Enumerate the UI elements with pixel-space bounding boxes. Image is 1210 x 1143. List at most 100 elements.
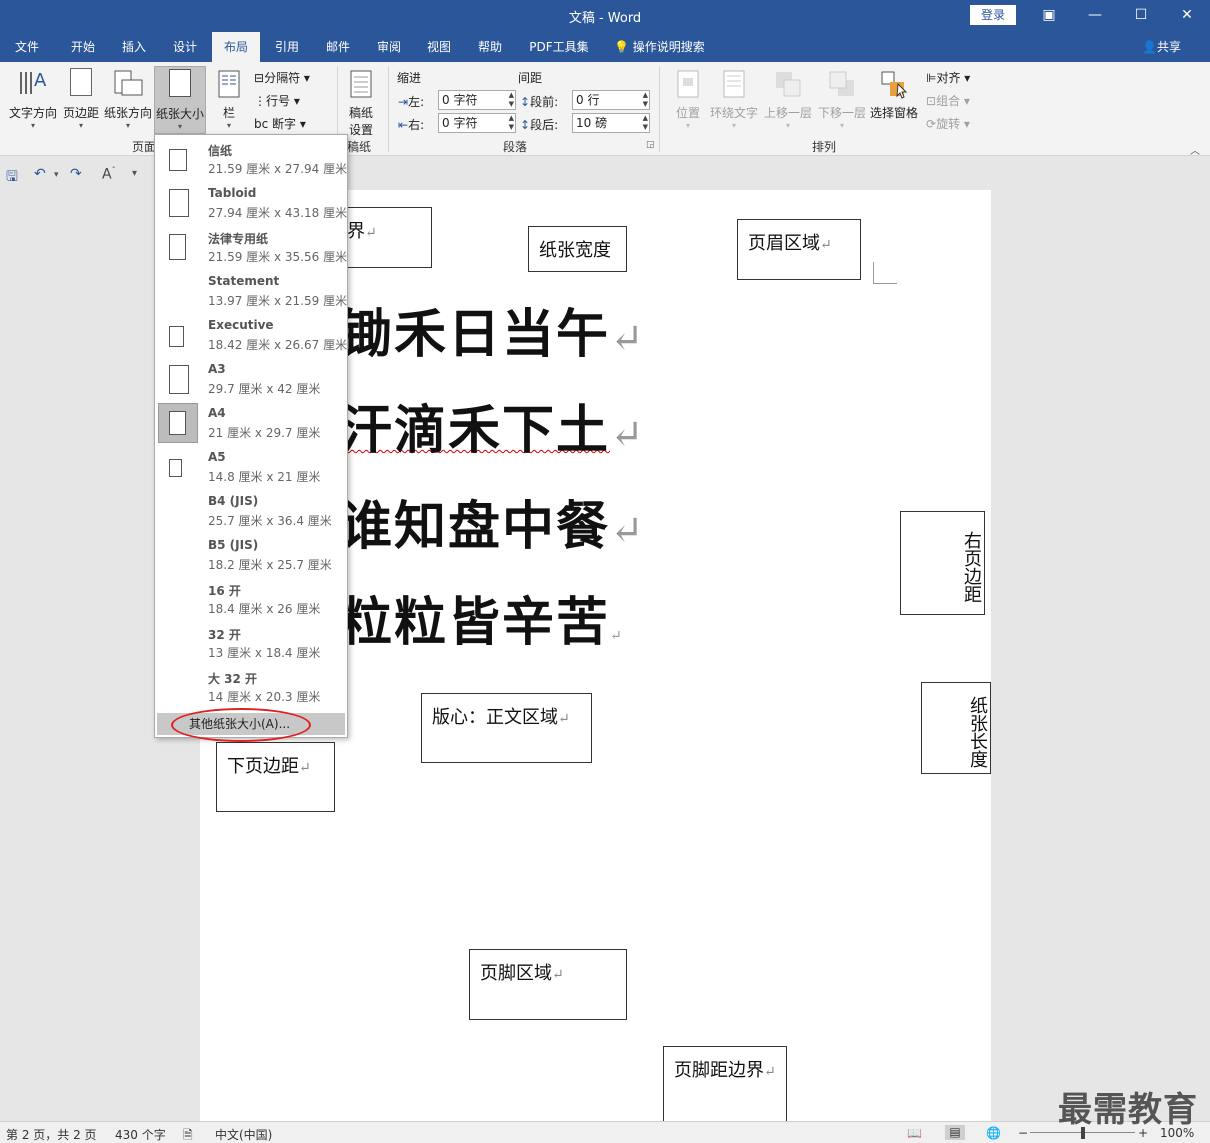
tab-design[interactable]: 设计: [162, 32, 208, 62]
header-area-box[interactable]: 页眉区域↵: [737, 219, 861, 280]
paper-width-box[interactable]: 纸张宽度: [528, 226, 627, 272]
ribbon-tabs: 文件 开始 插入 设计 布局 引用 邮件 审阅 视图 帮助 PDF工具集 💡 操…: [0, 32, 1210, 62]
redo-icon[interactable]: ↷: [70, 166, 82, 182]
maximize-icon[interactable]: ☐: [1118, 0, 1164, 32]
paper-option-statement[interactable]: Statement 13.97 厘米 x 21.59 厘米: [155, 269, 347, 313]
bring-forward-button[interactable]: 上移一层 ▾: [762, 66, 814, 134]
tell-me-search[interactable]: 💡 操作说明搜索: [614, 32, 705, 62]
paper-option-legal[interactable]: 法律专用纸 21.59 厘米 x 35.56 厘米: [155, 225, 347, 269]
text-direction-icon: A: [17, 68, 49, 100]
paper-length-box[interactable]: 纸张长度: [921, 682, 991, 774]
align-button[interactable]: ⊫对齐 ▾: [926, 69, 970, 86]
tab-help[interactable]: 帮助: [466, 32, 514, 62]
bottom-margin-box[interactable]: 下页边距↵: [216, 742, 335, 812]
spacing-after-input[interactable]: 10 磅 ▲ ▼: [572, 113, 650, 133]
paper-option-executive[interactable]: Executive 18.42 厘米 x 26.67 厘米: [155, 313, 347, 357]
indent-right-icon: ⇤: [398, 118, 409, 132]
footer-area-box[interactable]: 页脚区域↵: [469, 949, 627, 1020]
close-icon[interactable]: ✕: [1164, 0, 1210, 32]
tab-pdf-tools[interactable]: PDF工具集: [522, 32, 596, 62]
paper-option-32k[interactable]: 32 开 13 厘米 x 18.4 厘米: [155, 621, 347, 665]
tab-home[interactable]: 开始: [58, 32, 108, 62]
group-button[interactable]: ⊡组合 ▾: [926, 92, 970, 109]
columns-icon: [213, 68, 245, 100]
person-icon: 👤: [1142, 40, 1157, 54]
undo-icon[interactable]: ↶: [34, 166, 46, 182]
rotate-button[interactable]: ⟳旋转 ▾: [926, 115, 970, 132]
spacing-before-input[interactable]: 0 行 ▲ ▼: [572, 90, 650, 110]
margins-button[interactable]: 页边距 ▾: [60, 66, 102, 134]
poem-line-2[interactable]: 汗滴禾下土↵: [340, 388, 646, 463]
paper-option-a3[interactable]: A3 29.7 厘米 x 42 厘米: [155, 357, 347, 401]
right-margin-box[interactable]: 右页边距: [900, 511, 985, 615]
login-button[interactable]: 登录: [970, 5, 1016, 25]
hyphenation-button[interactable]: bc 断字 ▾: [254, 115, 306, 132]
poem-line-4[interactable]: 粒粒皆辛苦↵: [340, 580, 624, 655]
paper-option-b5-jis[interactable]: B5 (JIS) 18.2 厘米 x 25.7 厘米: [155, 533, 347, 577]
tab-mailings[interactable]: 邮件: [314, 32, 362, 62]
breaks-button[interactable]: ⊟分隔符 ▾: [254, 69, 310, 86]
spacing-before-label: ↕段前:: [520, 95, 559, 109]
paper-option-b4-jis[interactable]: B4 (JIS) 25.7 厘米 x 36.4 厘米: [155, 489, 347, 533]
print-layout-icon[interactable]: ▤: [945, 1125, 965, 1140]
spinner-icon[interactable]: ▲ ▼: [509, 91, 514, 109]
poem-line-3[interactable]: 谁知盘中餐↵: [340, 484, 646, 559]
proofing-icon[interactable]: 🗎: [183, 1126, 193, 1143]
paragraph-dialog-launcher-icon[interactable]: ◲: [646, 140, 655, 150]
paper-option-big-32k[interactable]: 大 32 开 14 厘米 x 20.3 厘米: [155, 665, 347, 709]
collapse-ribbon-icon[interactable]: ︿: [1190, 142, 1200, 157]
tab-insert[interactable]: 插入: [110, 32, 158, 62]
paper-option-tabloid[interactable]: Tabloid 27.94 厘米 x 43.18 厘米: [155, 181, 347, 225]
line-numbers-button[interactable]: ⋮行号 ▾: [254, 92, 300, 109]
columns-button[interactable]: 栏 ▾: [212, 66, 246, 134]
spinner-icon[interactable]: ▲ ▼: [643, 91, 648, 109]
paper-option-a4[interactable]: A4 21 厘米 x 29.7 厘米: [155, 401, 347, 445]
position-button[interactable]: 位置 ▾: [670, 66, 706, 134]
share-button[interactable]: 👤共享: [1142, 32, 1181, 62]
wrap-text-icon: [718, 68, 750, 100]
customize-toolbar-icon[interactable]: ▾: [132, 168, 137, 179]
ribbon-display-options-icon[interactable]: ▣: [1026, 0, 1072, 32]
body-area-box[interactable]: 版心：正文区域↵: [421, 693, 592, 763]
spinner-icon[interactable]: ▲ ▼: [643, 114, 648, 132]
tab-view[interactable]: 视图: [416, 32, 462, 62]
tab-file[interactable]: 文件: [4, 32, 50, 62]
margin-corner-mark: [873, 262, 897, 284]
selection-pane-button[interactable]: 选择窗格: [868, 66, 920, 134]
indent-right-label: ⇤右:: [398, 118, 425, 132]
paper-size-icon: [164, 69, 196, 101]
save-icon[interactable]: 🖫: [6, 166, 18, 190]
minimize-icon[interactable]: —: [1072, 0, 1118, 32]
word-count[interactable]: 430 个字: [115, 1126, 166, 1143]
language-indicator[interactable]: 中文(中国): [215, 1126, 272, 1143]
page-icon: [169, 326, 184, 347]
tab-review[interactable]: 审阅: [366, 32, 412, 62]
indent-right-input[interactable]: 0 字符 ▲ ▼: [438, 113, 516, 133]
manuscript-settings-button[interactable]: 稿纸 设置: [342, 66, 380, 137]
indent-left-input[interactable]: 0 字符 ▲ ▼: [438, 90, 516, 110]
svg-text:A: A: [34, 70, 47, 91]
poem-line-1[interactable]: 锄禾日当午↵: [340, 292, 646, 367]
page-icon: [169, 189, 189, 217]
send-backward-button[interactable]: 下移一层 ▾: [816, 66, 868, 134]
top-margin-box[interactable]: 界↵: [336, 207, 432, 268]
size-button[interactable]: 纸张大小 ▾: [154, 66, 206, 134]
tab-layout[interactable]: 布局: [212, 32, 260, 62]
paper-option-a5[interactable]: A5 14.8 厘米 x 21 厘米: [155, 445, 347, 489]
web-layout-icon[interactable]: 🌐: [986, 1126, 1001, 1140]
paper-option-letter[interactable]: 信纸 21.59 厘米 x 27.94 厘米: [155, 137, 347, 181]
tab-references[interactable]: 引用: [264, 32, 310, 62]
page-setup-group-label: 页面: [132, 140, 157, 154]
orientation-button[interactable]: 纸张方向 ▾: [102, 66, 154, 134]
page-count[interactable]: 第 2 页，共 2 页: [6, 1126, 97, 1143]
read-mode-icon[interactable]: 📖: [907, 1126, 922, 1140]
wrap-text-button[interactable]: 环绕文字 ▾: [708, 66, 760, 134]
undo-dropdown-icon[interactable]: ▾: [54, 170, 59, 180]
spinner-icon[interactable]: ▲ ▼: [509, 114, 514, 132]
zoom-out-button[interactable]: −: [1018, 1126, 1028, 1140]
quick-access-toolbar: 🖫 ↶ ▾ ↷ Aˆ ▾: [0, 157, 155, 191]
paper-option-16k[interactable]: 16 开 18.4 厘米 x 26 厘米: [155, 577, 347, 621]
text-direction-button[interactable]: A 文字方向 ▾: [6, 66, 60, 134]
footer-distance-box[interactable]: 页脚距边界↵: [663, 1046, 787, 1122]
font-size-icon[interactable]: Aˆ: [102, 166, 116, 183]
